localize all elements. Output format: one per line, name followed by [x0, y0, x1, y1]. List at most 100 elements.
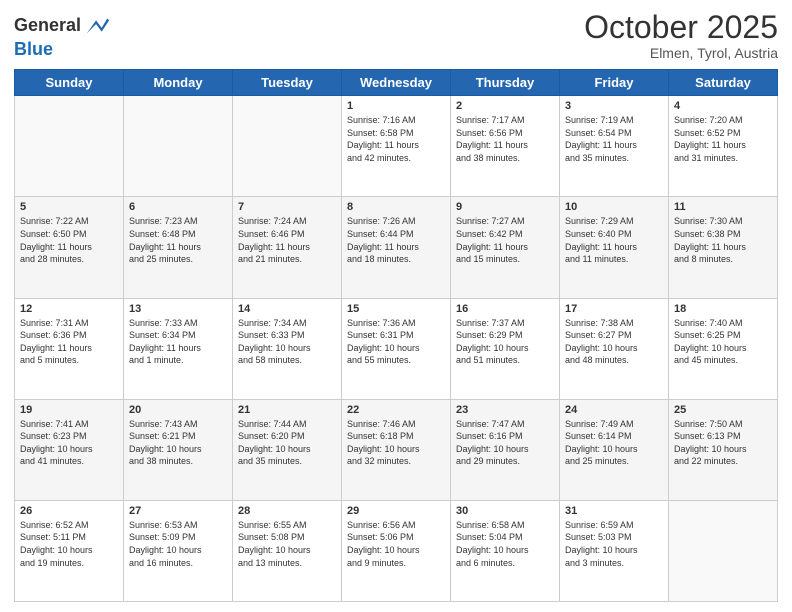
day-number: 22	[347, 404, 445, 416]
day-number: 20	[129, 404, 227, 416]
day-number: 31	[565, 505, 663, 517]
day-number: 7	[238, 201, 336, 213]
day-number: 25	[674, 404, 772, 416]
day-info: Sunrise: 6:58 AMSunset: 5:04 PMDaylight:…	[456, 519, 554, 569]
day-info: Sunrise: 7:26 AMSunset: 6:44 PMDaylight:…	[347, 215, 445, 265]
day-number: 29	[347, 505, 445, 517]
day-number: 13	[129, 303, 227, 315]
day-info: Sunrise: 7:31 AMSunset: 6:36 PMDaylight:…	[20, 317, 118, 367]
day-number: 8	[347, 201, 445, 213]
calendar-cell: 21 Sunrise: 7:44 AMSunset: 6:20 PMDayligh…	[233, 399, 342, 500]
day-number: 18	[674, 303, 772, 315]
header-saturday: Saturday	[669, 70, 778, 96]
day-info: Sunrise: 7:41 AMSunset: 6:23 PMDaylight:…	[20, 418, 118, 468]
day-info: Sunrise: 6:59 AMSunset: 5:03 PMDaylight:…	[565, 519, 663, 569]
day-number: 4	[674, 100, 772, 112]
day-info: Sunrise: 6:55 AMSunset: 5:08 PMDaylight:…	[238, 519, 336, 569]
calendar-cell: 25 Sunrise: 7:50 AMSunset: 6:13 PMDayligh…	[669, 399, 778, 500]
calendar-cell: 24 Sunrise: 7:49 AMSunset: 6:14 PMDayligh…	[560, 399, 669, 500]
weekday-header-row: Sunday Monday Tuesday Wednesday Thursday…	[15, 70, 778, 96]
day-number: 24	[565, 404, 663, 416]
day-number: 14	[238, 303, 336, 315]
day-info: Sunrise: 6:56 AMSunset: 5:06 PMDaylight:…	[347, 519, 445, 569]
day-number: 21	[238, 404, 336, 416]
week-row-5: 26 Sunrise: 6:52 AMSunset: 5:11 PMDayligh…	[15, 500, 778, 601]
header-friday: Friday	[560, 70, 669, 96]
day-number: 5	[20, 201, 118, 213]
day-info: Sunrise: 7:50 AMSunset: 6:13 PMDaylight:…	[674, 418, 772, 468]
day-number: 10	[565, 201, 663, 213]
calendar-cell: 8 Sunrise: 7:26 AMSunset: 6:44 PMDaylight…	[342, 197, 451, 298]
week-row-3: 12 Sunrise: 7:31 AMSunset: 6:36 PMDayligh…	[15, 298, 778, 399]
logo-text: General Blue	[14, 12, 111, 60]
calendar-cell: 10 Sunrise: 7:29 AMSunset: 6:40 PMDayligh…	[560, 197, 669, 298]
day-number: 26	[20, 505, 118, 517]
day-info: Sunrise: 7:38 AMSunset: 6:27 PMDaylight:…	[565, 317, 663, 367]
page: General Blue October 2025 Elmen, Tyrol, …	[0, 0, 792, 612]
calendar-cell: 26 Sunrise: 6:52 AMSunset: 5:11 PMDayligh…	[15, 500, 124, 601]
calendar-cell: 28 Sunrise: 6:55 AMSunset: 5:08 PMDayligh…	[233, 500, 342, 601]
calendar-cell: 12 Sunrise: 7:31 AMSunset: 6:36 PMDayligh…	[15, 298, 124, 399]
calendar-cell: 31 Sunrise: 6:59 AMSunset: 5:03 PMDayligh…	[560, 500, 669, 601]
day-info: Sunrise: 7:40 AMSunset: 6:25 PMDaylight:…	[674, 317, 772, 367]
day-number: 23	[456, 404, 554, 416]
day-number: 17	[565, 303, 663, 315]
day-info: Sunrise: 7:23 AMSunset: 6:48 PMDaylight:…	[129, 215, 227, 265]
day-number: 28	[238, 505, 336, 517]
header-monday: Monday	[124, 70, 233, 96]
day-info: Sunrise: 7:22 AMSunset: 6:50 PMDaylight:…	[20, 215, 118, 265]
calendar-cell	[669, 500, 778, 601]
calendar-cell: 7Sunrise: 7:24 AMSunset: 6:46 PMDaylight…	[233, 197, 342, 298]
week-row-1: 1Sunrise: 7:16 AMSunset: 6:58 PMDaylight…	[15, 96, 778, 197]
calendar-table: Sunday Monday Tuesday Wednesday Thursday…	[14, 69, 778, 602]
calendar-cell: 2Sunrise: 7:17 AMSunset: 6:56 PMDaylight…	[451, 96, 560, 197]
calendar-cell	[233, 96, 342, 197]
logo-blue: Blue	[14, 40, 111, 60]
day-info: Sunrise: 7:33 AMSunset: 6:34 PMDaylight:…	[129, 317, 227, 367]
calendar-cell	[15, 96, 124, 197]
day-info: Sunrise: 6:52 AMSunset: 5:11 PMDaylight:…	[20, 519, 118, 569]
day-info: Sunrise: 6:53 AMSunset: 5:09 PMDaylight:…	[129, 519, 227, 569]
calendar-cell: 15 Sunrise: 7:36 AMSunset: 6:31 PMDayligh…	[342, 298, 451, 399]
calendar-cell: 30 Sunrise: 6:58 AMSunset: 5:04 PMDayligh…	[451, 500, 560, 601]
calendar-cell: 27 Sunrise: 6:53 AMSunset: 5:09 PMDayligh…	[124, 500, 233, 601]
day-number: 2	[456, 100, 554, 112]
calendar-cell: 29 Sunrise: 6:56 AMSunset: 5:06 PMDayligh…	[342, 500, 451, 601]
day-info: Sunrise: 7:43 AMSunset: 6:21 PMDaylight:…	[129, 418, 227, 468]
day-number: 27	[129, 505, 227, 517]
day-info: Sunrise: 7:29 AMSunset: 6:40 PMDaylight:…	[565, 215, 663, 265]
week-row-2: 5 Sunrise: 7:22 AMSunset: 6:50 PMDaylight…	[15, 197, 778, 298]
calendar-cell: 1Sunrise: 7:16 AMSunset: 6:58 PMDaylight…	[342, 96, 451, 197]
day-number: 1	[347, 100, 445, 112]
calendar-cell: 5 Sunrise: 7:22 AMSunset: 6:50 PMDaylight…	[15, 197, 124, 298]
day-info: Sunrise: 7:36 AMSunset: 6:31 PMDaylight:…	[347, 317, 445, 367]
day-number: 9	[456, 201, 554, 213]
calendar-cell: 17 Sunrise: 7:38 AMSunset: 6:27 PMDayligh…	[560, 298, 669, 399]
header-tuesday: Tuesday	[233, 70, 342, 96]
day-number: 15	[347, 303, 445, 315]
day-info: Sunrise: 7:46 AMSunset: 6:18 PMDaylight:…	[347, 418, 445, 468]
day-info: Sunrise: 7:47 AMSunset: 6:16 PMDaylight:…	[456, 418, 554, 468]
calendar-cell	[124, 96, 233, 197]
calendar-cell: 13 Sunrise: 7:33 AMSunset: 6:34 PMDayligh…	[124, 298, 233, 399]
month-title: October 2025	[584, 10, 778, 45]
day-info: Sunrise: 7:44 AMSunset: 6:20 PMDaylight:…	[238, 418, 336, 468]
day-number: 3	[565, 100, 663, 112]
calendar-cell: 18 Sunrise: 7:40 AMSunset: 6:25 PMDayligh…	[669, 298, 778, 399]
calendar-cell: 23 Sunrise: 7:47 AMSunset: 6:16 PMDayligh…	[451, 399, 560, 500]
day-info: Sunrise: 7:20 AMSunset: 6:52 PMDaylight:…	[674, 114, 772, 164]
day-number: 12	[20, 303, 118, 315]
logo-general: General	[14, 12, 111, 40]
day-info: Sunrise: 7:49 AMSunset: 6:14 PMDaylight:…	[565, 418, 663, 468]
calendar-cell: 9Sunrise: 7:27 AMSunset: 6:42 PMDaylight…	[451, 197, 560, 298]
day-number: 11	[674, 201, 772, 213]
day-number: 6	[129, 201, 227, 213]
logo-bird-icon	[83, 12, 111, 40]
day-info: Sunrise: 7:19 AMSunset: 6:54 PMDaylight:…	[565, 114, 663, 164]
day-number: 30	[456, 505, 554, 517]
day-number: 19	[20, 404, 118, 416]
header-sunday: Sunday	[15, 70, 124, 96]
calendar-cell: 6 Sunrise: 7:23 AMSunset: 6:48 PMDaylight…	[124, 197, 233, 298]
header: General Blue October 2025 Elmen, Tyrol, …	[14, 10, 778, 61]
day-number: 16	[456, 303, 554, 315]
